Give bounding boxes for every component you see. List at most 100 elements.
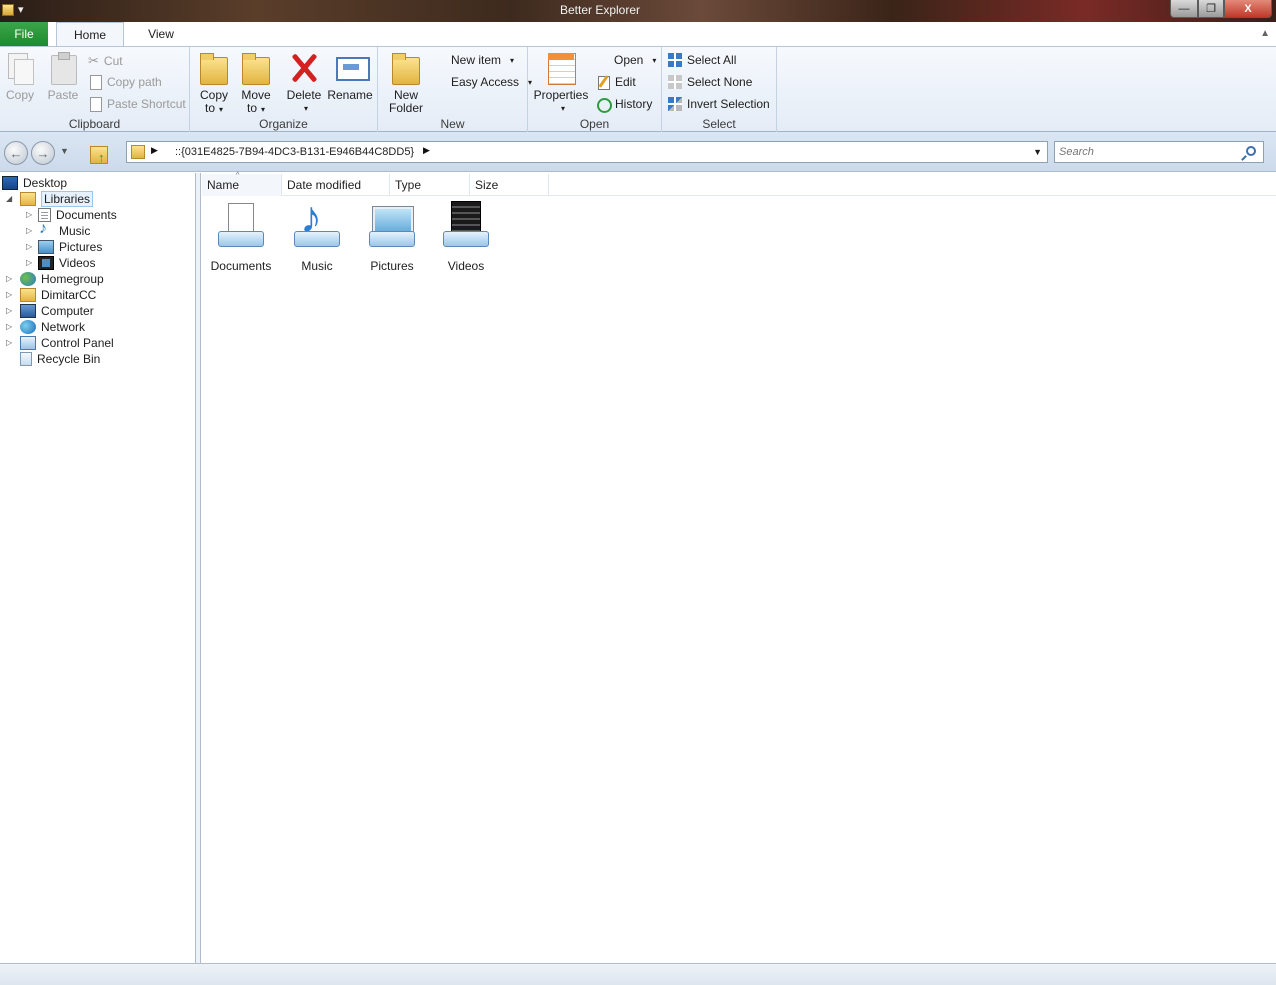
- file-item-label: Pictures: [370, 259, 414, 273]
- open-group: Properties ▾ Open ▾ Edit History Open: [528, 47, 662, 133]
- address-path[interactable]: ::{031E4825-7B94-4DC3-B131-E946B44C8DD5}: [175, 146, 414, 158]
- paste-button[interactable]: Paste: [46, 51, 80, 102]
- expand-arrow-icon[interactable]: ▷: [26, 258, 32, 267]
- file-item-label: Documents: [210, 259, 272, 273]
- tree-item-homegroup[interactable]: Homegroup: [20, 271, 104, 287]
- pane-splitter[interactable]: [196, 173, 201, 963]
- expand-arrow-icon[interactable]: ▷: [6, 274, 12, 283]
- tab-home[interactable]: Home: [56, 22, 124, 47]
- file-item-label: Music: [301, 259, 333, 273]
- tree-item-libraries[interactable]: Libraries: [20, 191, 94, 207]
- organize-group-label: Organize: [259, 117, 308, 131]
- status-bar: [0, 963, 1276, 985]
- rename-button[interactable]: Rename: [327, 51, 373, 102]
- expanded-arrow-icon[interactable]: ◢: [6, 194, 12, 203]
- minimize-button[interactable]: —: [1170, 0, 1198, 18]
- address-path-arrow-icon[interactable]: ▶: [423, 145, 430, 156]
- copy-to-button[interactable]: Copy to ▾: [198, 51, 230, 116]
- column-header-date-modified[interactable]: Date modified: [282, 174, 390, 196]
- column-header-name[interactable]: ^ Name: [202, 172, 282, 196]
- music-library-icon: [292, 193, 342, 251]
- expand-arrow-icon[interactable]: ▷: [26, 226, 32, 235]
- search-icon[interactable]: [1246, 146, 1256, 156]
- expand-arrow-icon[interactable]: ▷: [26, 242, 32, 251]
- tree-item-music[interactable]: Music: [38, 220, 91, 239]
- invert-selection-button[interactable]: Invert Selection: [668, 97, 770, 111]
- tree-item-computer[interactable]: Computer: [20, 303, 94, 319]
- ribbon-collapse-icon[interactable]: ▲: [1260, 28, 1270, 39]
- paste-icon: [47, 51, 79, 85]
- select-all-button[interactable]: Select All: [668, 53, 736, 67]
- search-box[interactable]: [1054, 141, 1264, 163]
- new-folder-button[interactable]: New Folder: [388, 51, 424, 115]
- network-icon: [20, 320, 36, 334]
- address-folder-icon: [131, 145, 145, 159]
- navigation-tree[interactable]: Desktop ◢ Libraries ▷ Documents ▷ Music …: [0, 173, 196, 963]
- tree-item-documents[interactable]: Documents: [38, 207, 117, 223]
- new-item-label: New item: [451, 53, 502, 67]
- copy-path-label: Copy path: [107, 75, 162, 89]
- desktop-icon: [2, 176, 18, 190]
- tab-view[interactable]: View: [130, 22, 192, 46]
- address-root-arrow-icon[interactable]: ▶: [151, 145, 158, 156]
- tree-item-desktop[interactable]: Desktop: [2, 175, 67, 191]
- address-dropdown-icon[interactable]: ▼: [1033, 147, 1042, 157]
- open-button[interactable]: Open ▾: [614, 53, 656, 67]
- column-header-size[interactable]: Size: [470, 174, 549, 196]
- forward-button[interactable]: →: [31, 141, 55, 165]
- tree-item-label: Homegroup: [41, 272, 104, 286]
- history-button[interactable]: History: [596, 97, 652, 113]
- tree-item-label: Documents: [56, 208, 117, 222]
- move-to-button[interactable]: Move to ▾: [240, 51, 272, 116]
- file-item-videos[interactable]: Videos: [431, 201, 501, 273]
- file-item-pictures[interactable]: Pictures: [357, 201, 427, 273]
- tab-file[interactable]: File: [0, 22, 48, 46]
- videos-library-icon: [441, 201, 491, 251]
- file-item-documents[interactable]: Documents: [206, 201, 276, 273]
- control-panel-icon: [20, 336, 36, 350]
- tree-item-label: Music: [59, 224, 91, 238]
- file-list-view[interactable]: ^ Name Date modified Type Size Documents…: [202, 172, 1276, 963]
- file-item-music[interactable]: Music: [282, 193, 352, 273]
- expand-arrow-icon[interactable]: ▷: [6, 338, 12, 347]
- user-folder-icon: [20, 288, 36, 302]
- select-group: Select All Select None Invert Selection …: [662, 47, 777, 133]
- tree-item-recycle-bin[interactable]: Recycle Bin: [20, 351, 100, 367]
- expand-arrow-icon[interactable]: ▷: [6, 322, 12, 331]
- paste-shortcut-button[interactable]: Paste Shortcut: [88, 97, 186, 112]
- maximize-button[interactable]: ❐: [1198, 0, 1224, 18]
- tree-item-control-panel[interactable]: Control Panel: [20, 335, 114, 351]
- expand-arrow-icon[interactable]: ▷: [6, 290, 12, 299]
- tree-item-dimitarcc[interactable]: DimitarCC: [20, 287, 96, 303]
- up-folder-button[interactable]: [90, 142, 110, 165]
- copy-path-button[interactable]: Copy path: [88, 75, 162, 90]
- column-header-type[interactable]: Type: [390, 174, 470, 196]
- organize-group: Copy to ▾ Move to ▾ Delete ▾ Rename Organi…: [190, 47, 378, 133]
- expand-arrow-icon[interactable]: ▷: [26, 210, 32, 219]
- copy-button[interactable]: Copy: [4, 51, 36, 102]
- back-button[interactable]: ←: [4, 141, 28, 165]
- select-none-button[interactable]: Select None: [668, 75, 752, 89]
- properties-button[interactable]: Properties ▾: [534, 51, 588, 115]
- new-group: New Folder New item ▾ Easy Access ▾ New: [378, 47, 532, 133]
- address-bar[interactable]: ▶ ::{031E4825-7B94-4DC3-B131-E946B44C8DD…: [126, 141, 1048, 163]
- file-item-label: Videos: [447, 259, 485, 273]
- edit-label: Edit: [615, 75, 636, 89]
- recent-locations-dropdown-icon[interactable]: ▼: [60, 146, 69, 156]
- tree-item-videos[interactable]: Videos: [38, 255, 95, 271]
- expand-arrow-icon[interactable]: ▷: [6, 306, 12, 315]
- cut-button[interactable]: ✂ Cut: [88, 53, 123, 69]
- new-item-button[interactable]: New item ▾: [451, 53, 514, 67]
- delete-dropdown-icon[interactable]: ▾: [304, 102, 308, 115]
- tree-item-pictures[interactable]: Pictures: [38, 239, 102, 255]
- properties-dropdown-icon[interactable]: ▾: [561, 102, 565, 115]
- computer-icon: [20, 304, 36, 318]
- easy-access-button[interactable]: Easy Access ▾: [451, 75, 532, 89]
- delete-button[interactable]: Delete ▾: [286, 51, 322, 115]
- tree-item-network[interactable]: Network: [20, 319, 85, 335]
- title-bar: ▾ Better Explorer — ❐ X: [0, 0, 1276, 22]
- invert-selection-label: Invert Selection: [687, 97, 770, 111]
- search-input[interactable]: [1059, 143, 1239, 161]
- close-button[interactable]: X: [1224, 0, 1272, 18]
- edit-button[interactable]: Edit: [596, 75, 636, 90]
